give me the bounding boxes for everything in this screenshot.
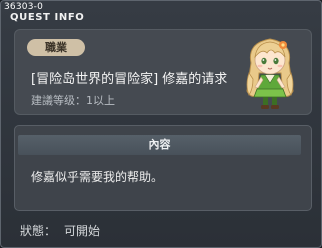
quest-name: [冒险岛世界的冒险家] 修嘉的请求: [31, 72, 228, 87]
title-bar[interactable]: 36303-0 QUEST INFO: [1, 1, 321, 24]
content-tab: 內容: [18, 135, 301, 155]
status-label: 狀態：: [20, 224, 57, 238]
quest-content-card: 內容 修嘉似乎需要我的帮助。: [14, 125, 312, 211]
quest-info-window: 36303-0 QUEST INFO 職業 [冒险岛世界的冒险家] 修嘉的请求 …: [0, 0, 322, 248]
status-value: 可開始: [64, 224, 101, 238]
quest-summary-card: 職業 [冒险岛世界的冒险家] 修嘉的请求 建議等级：1以上: [14, 29, 312, 115]
quest-description: 修嘉似乎需要我的帮助。: [31, 170, 164, 184]
quest-id: 36303-0: [4, 2, 44, 12]
npc-portrait-icon: [246, 38, 294, 109]
quest-status: 狀態： 可開始: [20, 222, 108, 239]
recommended-level: 建議等级：1以上: [31, 94, 115, 107]
window-title: QUEST INFO: [10, 12, 85, 23]
category-badge: 職業: [27, 39, 85, 56]
